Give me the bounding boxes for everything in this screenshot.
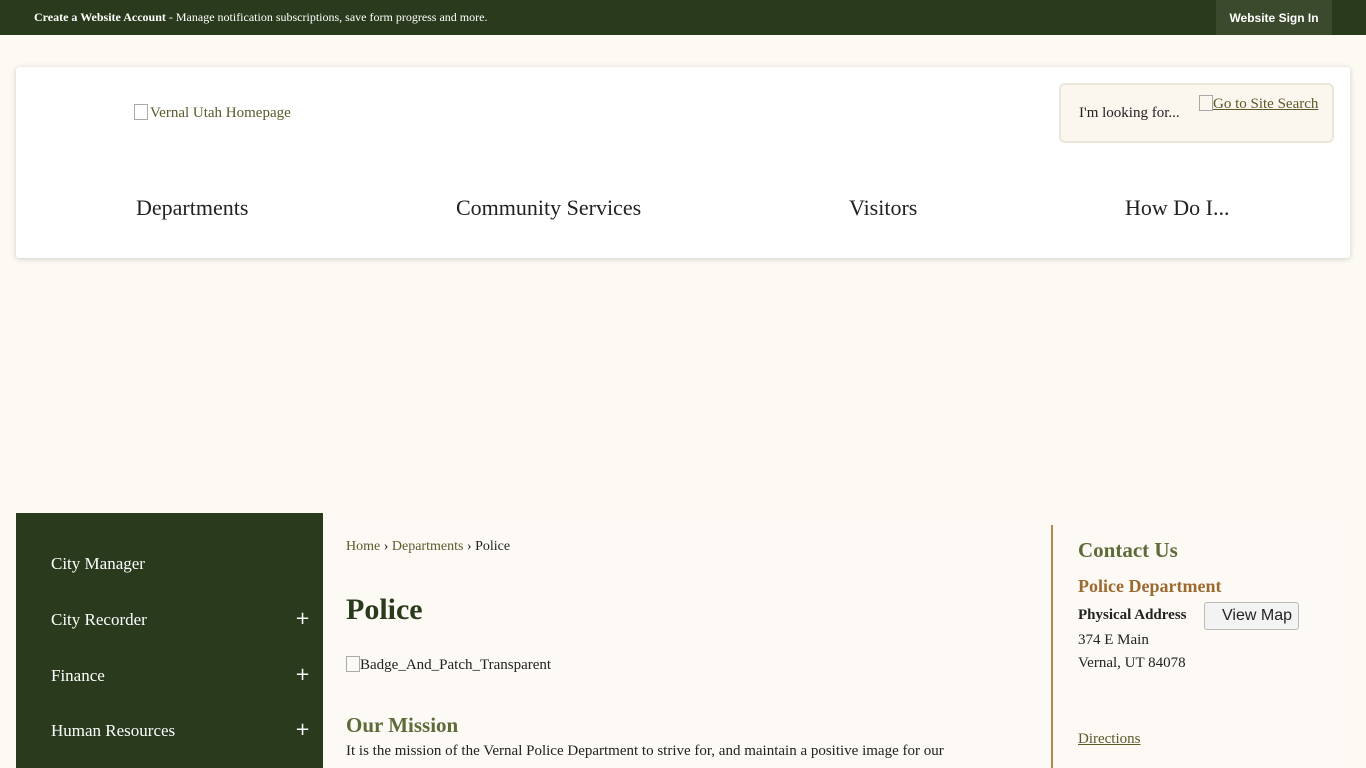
homepage-logo-link[interactable]: Vernal Utah Homepage — [134, 104, 291, 122]
sidebar-nav: City Manager City Recorder + Finance + H… — [16, 513, 323, 768]
main-content: Home › Departments › Police Police Badge… — [323, 513, 1350, 768]
broken-image-icon — [134, 104, 148, 120]
address-line-2: Vernal, UT 84078 — [1078, 655, 1186, 671]
nav-community-services[interactable]: Community Services — [456, 195, 641, 221]
site-header: Vernal Utah Homepage I'm looking for... … — [16, 67, 1350, 258]
badge-image: Badge_And_Patch_Transparent — [346, 656, 551, 674]
breadcrumb-separator: › — [383, 539, 389, 554]
search-button[interactable]: Go to Site Search — [1199, 95, 1318, 113]
contact-heading: Contact Us — [1078, 538, 1178, 562]
create-account-link[interactable]: Create a Website Account — [34, 10, 166, 24]
page-title: Police — [346, 593, 423, 626]
contact-department: Police Department — [1078, 576, 1222, 596]
breadcrumb-current: Police — [475, 539, 511, 554]
expand-plus-icon[interactable]: + — [295, 664, 310, 685]
search-input[interactable]: I'm looking for... — [1079, 105, 1180, 122]
sidebar-item-city-recorder[interactable]: City Recorder — [51, 610, 147, 630]
mission-text: It is the mission of the Vernal Police D… — [346, 743, 944, 759]
account-message-text: - Manage notification subscriptions, sav… — [165, 10, 488, 24]
badge-image-alt: Badge_And_Patch_Transparent — [360, 657, 552, 673]
address-line-1: 374 E Main — [1078, 632, 1149, 648]
site-search-box[interactable]: I'm looking for... Go to Site Search — [1059, 83, 1334, 143]
breadcrumb-home[interactable]: Home — [346, 539, 380, 554]
breadcrumb-separator: › — [466, 539, 472, 554]
expand-plus-icon[interactable]: + — [295, 719, 310, 740]
breadcrumb-departments[interactable]: Departments — [392, 539, 464, 554]
physical-address-label: Physical Address — [1078, 607, 1187, 623]
directions-link[interactable]: Directions — [1078, 731, 1140, 748]
view-map-button[interactable]: View Map — [1204, 602, 1299, 630]
nav-how-do-i[interactable]: How Do I... — [1125, 195, 1230, 221]
mission-heading: Our Mission — [346, 713, 459, 737]
sidebar-item-city-manager[interactable]: City Manager — [51, 554, 145, 574]
breadcrumb: Home › Departments › Police — [346, 539, 510, 555]
search-button-alt: Go to Site Search — [1213, 96, 1319, 112]
nav-departments[interactable]: Departments — [136, 195, 248, 221]
expand-plus-icon[interactable]: + — [295, 608, 310, 629]
sidebar-item-finance[interactable]: Finance — [51, 666, 105, 686]
sidebar-item-human-resources[interactable]: Human Resources — [51, 721, 175, 741]
broken-image-icon — [1199, 95, 1213, 111]
logo-alt-text: Vernal Utah Homepage — [150, 105, 291, 121]
top-account-bar: Create a Website Account - Manage notifi… — [0, 0, 1366, 35]
account-message: Create a Website Account - Manage notifi… — [34, 10, 487, 25]
website-sign-in-button[interactable]: Website Sign In — [1216, 0, 1332, 35]
broken-image-icon — [346, 656, 360, 672]
contact-divider — [1051, 525, 1053, 768]
nav-visitors[interactable]: Visitors — [849, 195, 917, 221]
